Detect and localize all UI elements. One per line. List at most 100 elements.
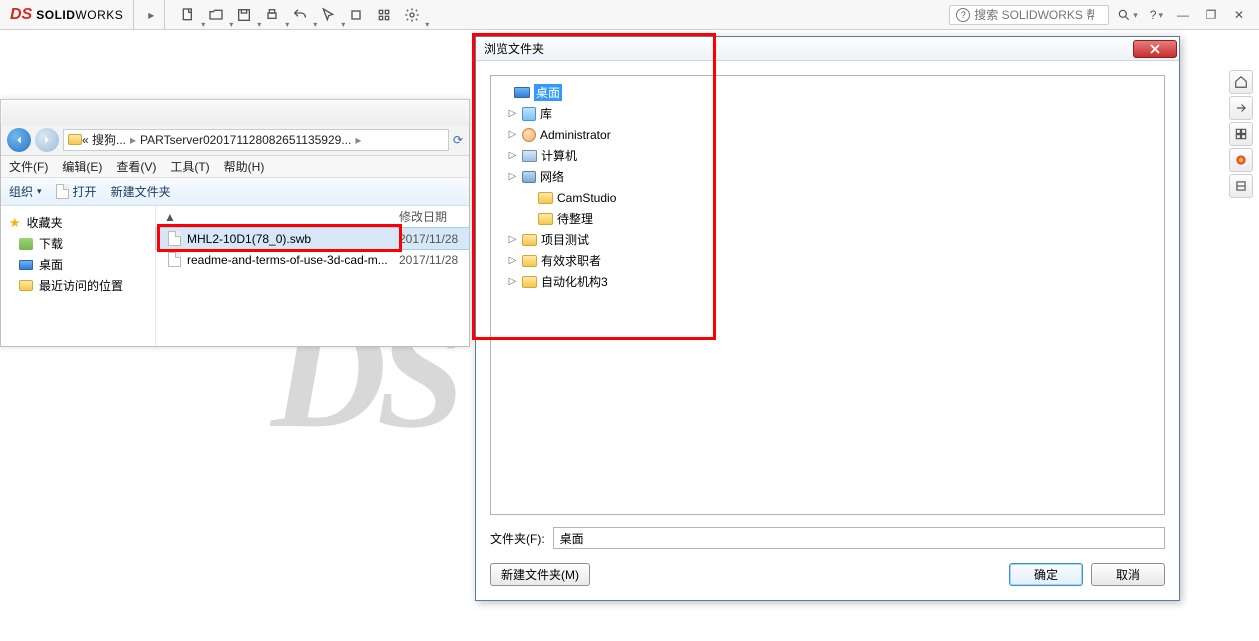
col-name-sort-icon: ▲: [164, 210, 176, 224]
close-button[interactable]: ✕: [1227, 8, 1251, 22]
explorer-sidebar: ★收藏夹 下载 桌面 最近访问的位置: [1, 206, 156, 346]
minimize-button[interactable]: —: [1171, 8, 1195, 22]
file-row[interactable]: MHL2-10D1(78_0).swb 2017/11/28: [156, 228, 469, 249]
address-refresh-icon[interactable]: ⟳: [453, 133, 463, 147]
dialog-titlebar[interactable]: 浏览文件夹: [476, 37, 1179, 61]
sidebar-downloads[interactable]: 下载: [5, 233, 151, 254]
dock-appearance-button[interactable]: [1229, 148, 1253, 172]
restore-button[interactable]: ❐: [1199, 8, 1223, 22]
select-button[interactable]: [315, 2, 341, 28]
open-button[interactable]: 打开: [56, 183, 97, 200]
tree-node-network[interactable]: ▷网络: [495, 166, 1160, 187]
menu-help[interactable]: 帮助(H): [224, 158, 265, 175]
computer-icon: [522, 150, 537, 162]
sidebar-favorites[interactable]: ★收藏夹: [5, 212, 151, 233]
folder-field-input[interactable]: [553, 527, 1165, 549]
new-folder-button[interactable]: 新建文件夹: [111, 183, 171, 200]
search-button[interactable]: ▾: [1113, 8, 1142, 22]
explorer-toolbar: 组织 打开 新建文件夹: [1, 178, 469, 206]
file-name: MHL2-10D1(78_0).swb: [187, 232, 311, 246]
tree-node-automation[interactable]: ▷自动化机构3: [495, 271, 1160, 292]
new-file-button[interactable]: [175, 2, 201, 28]
expand-icon[interactable]: [523, 213, 534, 224]
tree-node-pending[interactable]: 待整理: [495, 208, 1160, 229]
tree-node-computer[interactable]: ▷计算机: [495, 145, 1160, 166]
folder-tree[interactable]: 桌面 ▷库 ▷Administrator ▷计算机 ▷网络 CamStudio …: [490, 75, 1165, 515]
user-icon: [522, 128, 536, 142]
expand-icon[interactable]: ▷: [507, 276, 518, 287]
tree-node-projecttest[interactable]: ▷项目测试: [495, 229, 1160, 250]
dialog-close-button[interactable]: [1133, 40, 1177, 58]
ok-button[interactable]: 确定: [1009, 563, 1083, 586]
nav-forward-button[interactable]: [35, 128, 59, 152]
settings-button[interactable]: [399, 2, 425, 28]
cancel-button[interactable]: 取消: [1091, 563, 1165, 586]
dock-grid-button[interactable]: [1229, 122, 1253, 146]
dock-home-button[interactable]: [1229, 70, 1253, 94]
help-search-box[interactable]: ?: [949, 5, 1109, 25]
breadcrumb-main[interactable]: PARTserver020171128082651135929...: [140, 133, 351, 147]
ds-logo-icon: DS: [10, 6, 32, 24]
menu-file[interactable]: 文件(F): [9, 158, 48, 175]
breadcrumb-pre[interactable]: « 搜狗...: [82, 131, 126, 148]
expand-icon[interactable]: ▷: [507, 129, 518, 140]
list-header[interactable]: ▲ 修改日期: [156, 206, 469, 228]
tree-node-camstudio[interactable]: CamStudio: [495, 187, 1160, 208]
logo-solid: SOLID: [36, 8, 75, 22]
browse-folder-dialog: 浏览文件夹 桌面 ▷库 ▷Administrator ▷计算机 ▷网络 CamS…: [475, 36, 1180, 601]
help-hint-icon: ?: [956, 8, 970, 22]
tree-node-library[interactable]: ▷库: [495, 103, 1160, 124]
nav-back-button[interactable]: [7, 128, 31, 152]
app-menu-expand[interactable]: ▸: [138, 0, 165, 30]
col-date[interactable]: 修改日期: [399, 208, 469, 225]
expand-icon[interactable]: [523, 192, 534, 203]
menu-tools[interactable]: 工具(T): [170, 158, 209, 175]
logo-works: WORKS: [75, 8, 123, 22]
undo-button[interactable]: [287, 2, 313, 28]
folder-icon: [522, 255, 537, 267]
help-search-input[interactable]: [974, 8, 1094, 22]
options-button[interactable]: [371, 2, 397, 28]
dock-settings-button[interactable]: [1229, 174, 1253, 198]
menu-view[interactable]: 查看(V): [116, 158, 156, 175]
expand-icon[interactable]: ▷: [507, 108, 518, 119]
explorer-address-bar[interactable]: « 搜狗... ▸ PARTserver02017112808265113592…: [63, 129, 449, 151]
folder-icon: [538, 213, 553, 225]
folder-icon: [19, 238, 33, 250]
file-name: readme-and-terms-of-use-3d-cad-m...: [187, 253, 388, 267]
expand-icon[interactable]: ▷: [507, 150, 518, 161]
file-icon: [56, 184, 69, 199]
file-date: 2017/11/28: [399, 253, 469, 267]
open-file-button[interactable]: [203, 2, 229, 28]
expand-icon[interactable]: ▷: [507, 234, 518, 245]
help-button[interactable]: ? ▾: [1146, 8, 1167, 22]
desktop-icon: [19, 260, 33, 270]
explorer-menubar: 文件(F) 编辑(E) 查看(V) 工具(T) 帮助(H): [1, 156, 469, 178]
new-folder-button[interactable]: 新建文件夹(M): [490, 563, 590, 586]
folder-icon: [538, 192, 553, 204]
folder-field-label: 文件夹(F):: [490, 530, 545, 547]
tree-node-jobseeker[interactable]: ▷有效求职者: [495, 250, 1160, 271]
dock-arrow-button[interactable]: [1229, 96, 1253, 120]
print-button[interactable]: [259, 2, 285, 28]
menu-edit[interactable]: 编辑(E): [62, 158, 102, 175]
explorer-titlebar[interactable]: [1, 100, 469, 124]
rebuild-button[interactable]: [343, 2, 369, 28]
dialog-title: 浏览文件夹: [484, 40, 544, 57]
file-row[interactable]: readme-and-terms-of-use-3d-cad-m... 2017…: [156, 249, 469, 270]
save-button[interactable]: [231, 2, 257, 28]
tree-node-desktop[interactable]: 桌面: [495, 82, 1160, 103]
organize-button[interactable]: 组织: [9, 183, 42, 200]
star-icon: ★: [9, 215, 21, 231]
app-logo: DS SOLIDWORKS: [0, 0, 134, 30]
expand-icon[interactable]: ▷: [507, 255, 518, 266]
explorer-file-list: ▲ 修改日期 MHL2-10D1(78_0).swb 2017/11/28 re…: [156, 206, 469, 346]
sidebar-recent[interactable]: 最近访问的位置: [5, 275, 151, 296]
expand-icon[interactable]: [499, 87, 510, 98]
right-dock: [1229, 70, 1255, 198]
sidebar-desktop[interactable]: 桌面: [5, 254, 151, 275]
file-date: 2017/11/28: [399, 232, 469, 246]
expand-icon[interactable]: ▷: [507, 171, 518, 182]
folder-icon: [19, 280, 33, 291]
tree-node-administrator[interactable]: ▷Administrator: [495, 124, 1160, 145]
